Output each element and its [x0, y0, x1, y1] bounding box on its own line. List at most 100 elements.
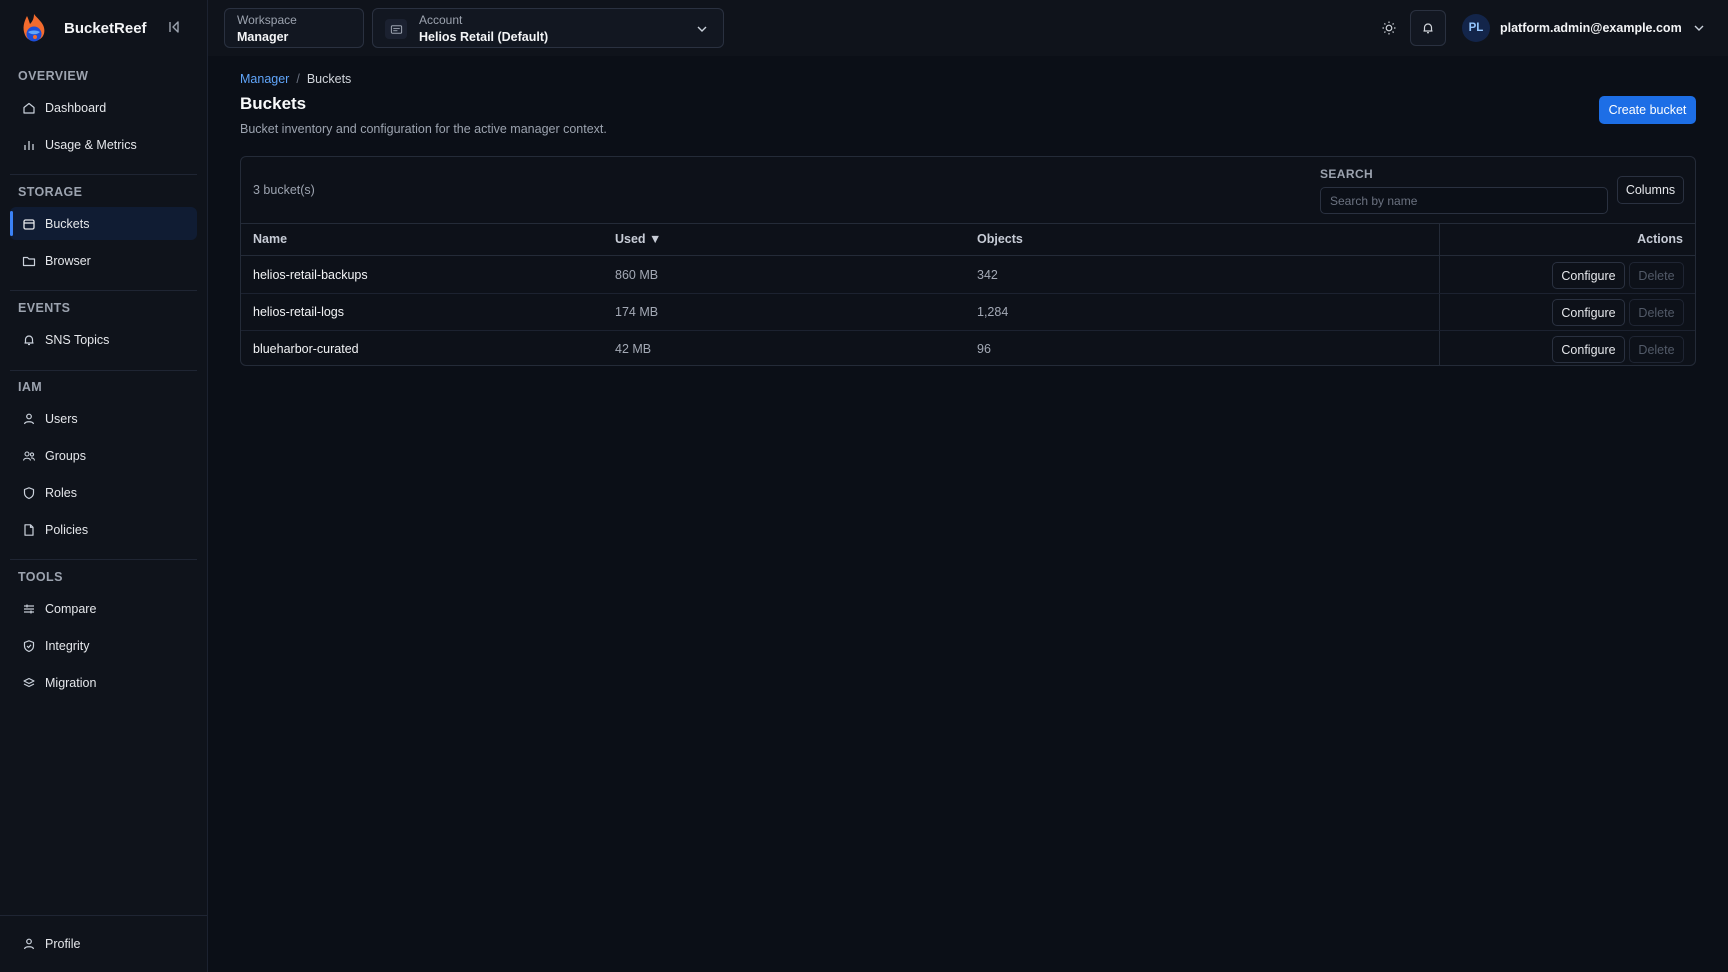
breadcrumb-link-manager[interactable]: Manager — [240, 72, 289, 86]
sidebar-item-users[interactable]: Users — [10, 402, 197, 435]
sidebar-item-sns-topics[interactable]: SNS Topics — [10, 323, 197, 356]
sidebar-item-label: Integrity — [45, 638, 90, 653]
column-header-name[interactable]: Name — [253, 232, 287, 246]
delete-button[interactable]: Delete — [1629, 262, 1684, 289]
user-icon — [22, 412, 36, 426]
user-email: platform.admin@example.com — [1500, 21, 1682, 35]
chevron-down-icon — [697, 26, 707, 32]
column-header-actions: Actions — [1637, 232, 1683, 246]
delete-button[interactable]: Delete — [1629, 336, 1684, 363]
bucket-name[interactable]: blueharbor-curated — [253, 342, 359, 356]
configure-button[interactable]: Configure — [1552, 262, 1625, 289]
shield-check-icon — [22, 639, 36, 653]
sidebar-item-label: Profile — [45, 936, 81, 951]
sidebar-item-label: Usage & Metrics — [45, 137, 137, 152]
account-selector[interactable]: Account Helios Retail (Default) — [372, 8, 724, 48]
avatar: PL — [1462, 14, 1490, 42]
topbar: Workspace Manager Account Helios Retail … — [208, 0, 1728, 56]
bucket-name[interactable]: helios-retail-logs — [253, 305, 344, 319]
column-header-used[interactable]: Used ▼ — [615, 232, 661, 246]
columns-button[interactable]: Columns — [1617, 176, 1684, 204]
sidebar-item-label: Policies — [45, 522, 89, 537]
sidebar-item-label: Users — [45, 411, 78, 426]
user-menu[interactable]: PL platform.admin@example.com — [1462, 12, 1706, 44]
bell-icon — [1423, 23, 1433, 34]
sidebar-item-label: Dashboard — [45, 100, 107, 115]
app-name: BucketReef — [64, 19, 147, 37]
sidebar-item-label: Roles — [45, 485, 77, 500]
buckets-table-panel: 3 bucket(s) SEARCH Columns Name Used ▼ O… — [240, 156, 1696, 366]
table-row: helios-retail-backups 860 MB 342 Configu… — [241, 257, 1695, 294]
bell-icon — [22, 333, 36, 347]
bucket-objects: 1,284 — [977, 305, 1009, 319]
bucket-objects: 96 — [977, 342, 991, 356]
bucket-used: 42 MB — [615, 342, 652, 356]
sidebar-footer-divider — [0, 915, 207, 916]
sidebar-item-browser[interactable]: Browser — [10, 244, 197, 277]
sidebar-item-label: Compare — [45, 601, 97, 616]
account-card-icon — [385, 19, 407, 39]
bucketreef-logo-icon — [23, 14, 45, 42]
section-title-events: EVENTS — [18, 301, 71, 315]
sidebar-item-profile[interactable]: Profile — [10, 927, 197, 960]
page-title: Buckets — [240, 94, 307, 113]
workspace-selector[interactable]: Workspace Manager — [224, 8, 364, 48]
workspace-label: Workspace — [237, 13, 297, 27]
shield-icon — [22, 486, 36, 500]
account-label: Account — [419, 13, 463, 27]
sidebar-item-dashboard[interactable]: Dashboard — [10, 91, 197, 124]
sidebar-item-migration[interactable]: Migration — [10, 666, 197, 699]
sidebar-item-usage-metrics[interactable]: Usage & Metrics — [10, 128, 197, 161]
chevron-down-icon — [1692, 21, 1706, 35]
bucket-used: 860 MB — [615, 268, 659, 282]
account-value: Helios Retail (Default) — [419, 30, 549, 44]
theme-toggle-button[interactable] — [1373, 12, 1405, 44]
sidebar-divider — [10, 559, 197, 560]
breadcrumb: Manager / Buckets — [240, 72, 351, 86]
brand[interactable]: BucketReef — [18, 10, 147, 46]
sidebar-item-label: SNS Topics — [45, 332, 110, 347]
configure-button[interactable]: Configure — [1552, 336, 1625, 363]
breadcrumb-separator: / — [296, 72, 300, 86]
table-row: blueharbor-curated 42 MB 96 Configure De… — [241, 331, 1695, 368]
sidebar-divider — [10, 370, 197, 371]
bucket-used: 174 MB — [615, 305, 659, 319]
search-input[interactable] — [1320, 187, 1608, 214]
breadcrumb-current: Buckets — [306, 72, 352, 86]
create-bucket-button[interactable]: Create bucket — [1599, 96, 1696, 124]
page-description: Bucket inventory and configuration for t… — [240, 122, 607, 136]
sidebar-item-policies[interactable]: Policies — [10, 513, 197, 546]
notifications-button[interactable] — [1410, 10, 1446, 46]
home-icon — [22, 101, 36, 115]
section-title-iam: IAM — [18, 380, 43, 394]
sidebar-item-groups[interactable]: Groups — [10, 439, 197, 472]
configure-button[interactable]: Configure — [1552, 299, 1625, 326]
sidebar-item-label: Buckets — [45, 216, 90, 231]
users-icon — [22, 449, 36, 463]
delete-button[interactable]: Delete — [1629, 299, 1684, 326]
column-header-objects[interactable]: Objects — [977, 232, 1023, 246]
migration-icon — [22, 676, 36, 690]
collapse-sidebar-icon[interactable] — [166, 19, 182, 35]
sidebar: BucketReef OVERVIEW Dashboard Usage & Me… — [0, 0, 208, 972]
sidebar-item-compare[interactable]: Compare — [10, 592, 197, 625]
search-label: SEARCH — [1320, 167, 1374, 181]
sidebar-item-roles[interactable]: Roles — [10, 476, 197, 509]
table-row: helios-retail-logs 174 MB 1,284 Configur… — [241, 294, 1695, 331]
sliders-icon — [22, 602, 36, 616]
bar-chart-icon — [22, 138, 36, 152]
section-title-overview: OVERVIEW — [18, 69, 89, 83]
table-header: Name Used ▼ Objects Actions — [241, 223, 1695, 256]
bucket-objects: 342 — [977, 268, 998, 282]
sidebar-item-label: Groups — [45, 448, 86, 463]
sidebar-item-buckets[interactable]: Buckets — [10, 207, 197, 240]
bucket-name[interactable]: helios-retail-backups — [253, 268, 368, 282]
section-title-tools: TOOLS — [18, 570, 63, 584]
user-icon — [22, 937, 36, 951]
sidebar-item-integrity[interactable]: Integrity — [10, 629, 197, 662]
sidebar-divider — [10, 174, 197, 175]
folder-icon — [22, 254, 36, 268]
workspace-value: Manager — [237, 30, 289, 44]
bucket-icon — [22, 217, 36, 231]
section-title-storage: STORAGE — [18, 185, 83, 199]
